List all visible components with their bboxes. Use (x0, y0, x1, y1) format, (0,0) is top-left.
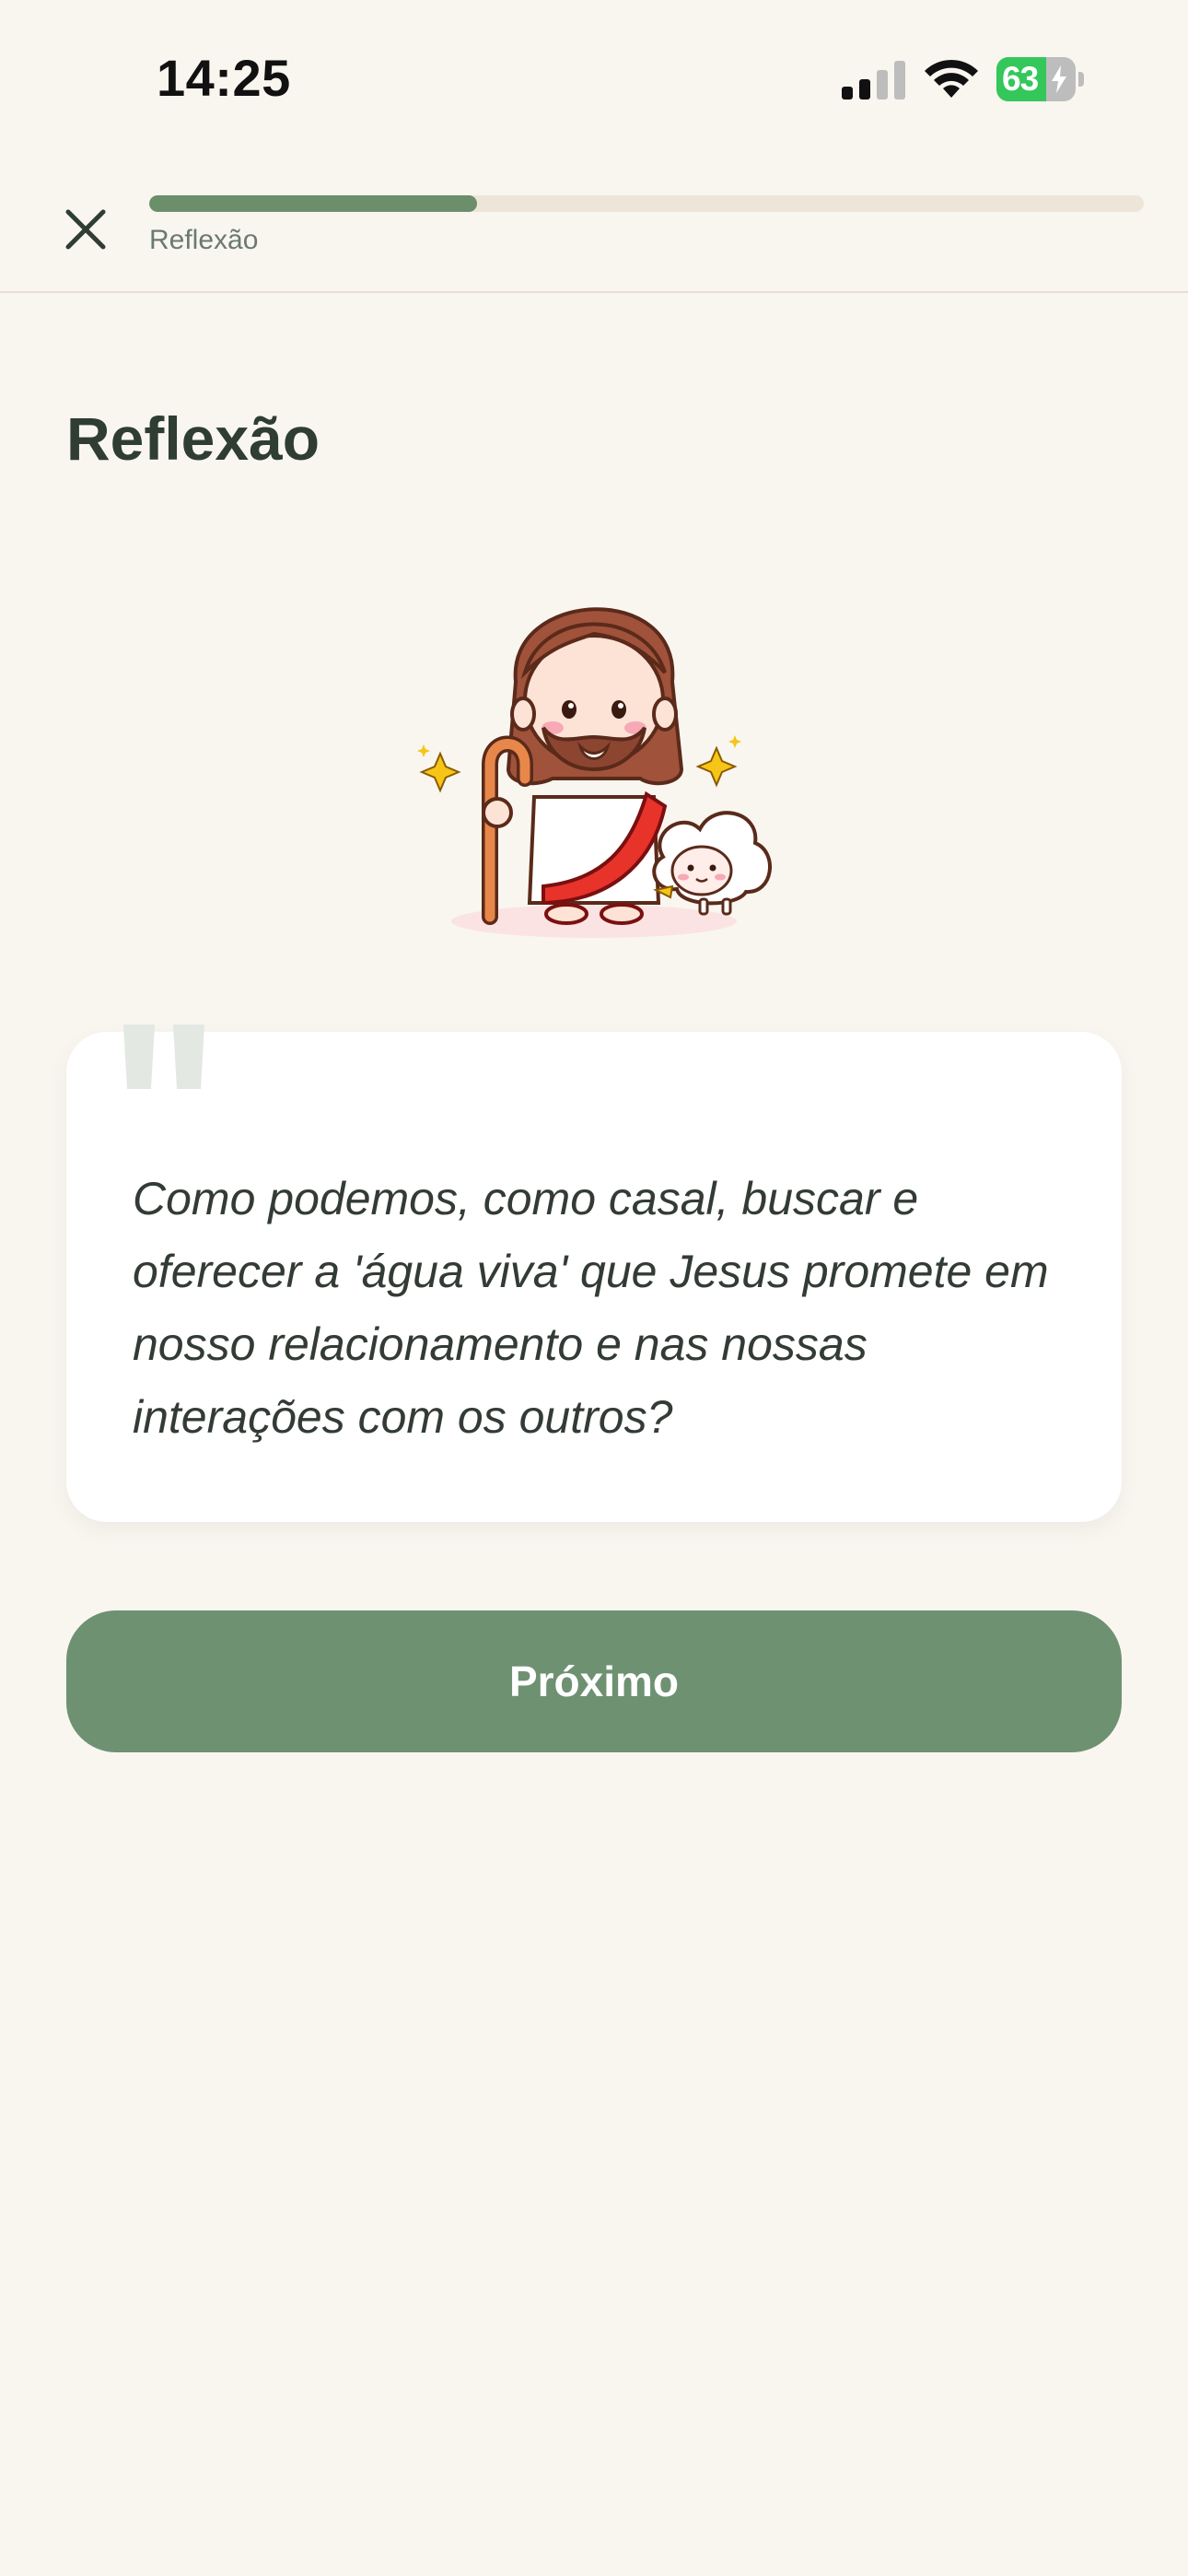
reflection-question: Como podemos, como casal, buscar e ofere… (133, 1173, 1049, 1443)
quote-mark-icon (123, 1025, 204, 1089)
charging-bolt-icon (1052, 65, 1066, 93)
next-button[interactable]: Próximo (66, 1610, 1122, 1752)
progress-bar (149, 195, 1144, 212)
progress-fill (149, 195, 478, 212)
battery-percent: 63 (1002, 60, 1039, 98)
close-icon[interactable] (57, 201, 114, 258)
page-title: Reflexão (66, 404, 320, 473)
progress-label: Reflexão (149, 225, 259, 255)
signal-icon (842, 61, 905, 100)
reflection-card: Como podemos, como casal, buscar e ofere… (66, 1032, 1122, 1522)
battery-icon: 63 (996, 57, 1085, 101)
top-header: Reflexão (0, 157, 1188, 293)
wifi-icon (925, 59, 978, 98)
status-bar: 14:25 63 (0, 0, 1188, 157)
status-time: 14:25 (157, 49, 291, 107)
jesus-with-lamb-illustration (417, 607, 772, 938)
